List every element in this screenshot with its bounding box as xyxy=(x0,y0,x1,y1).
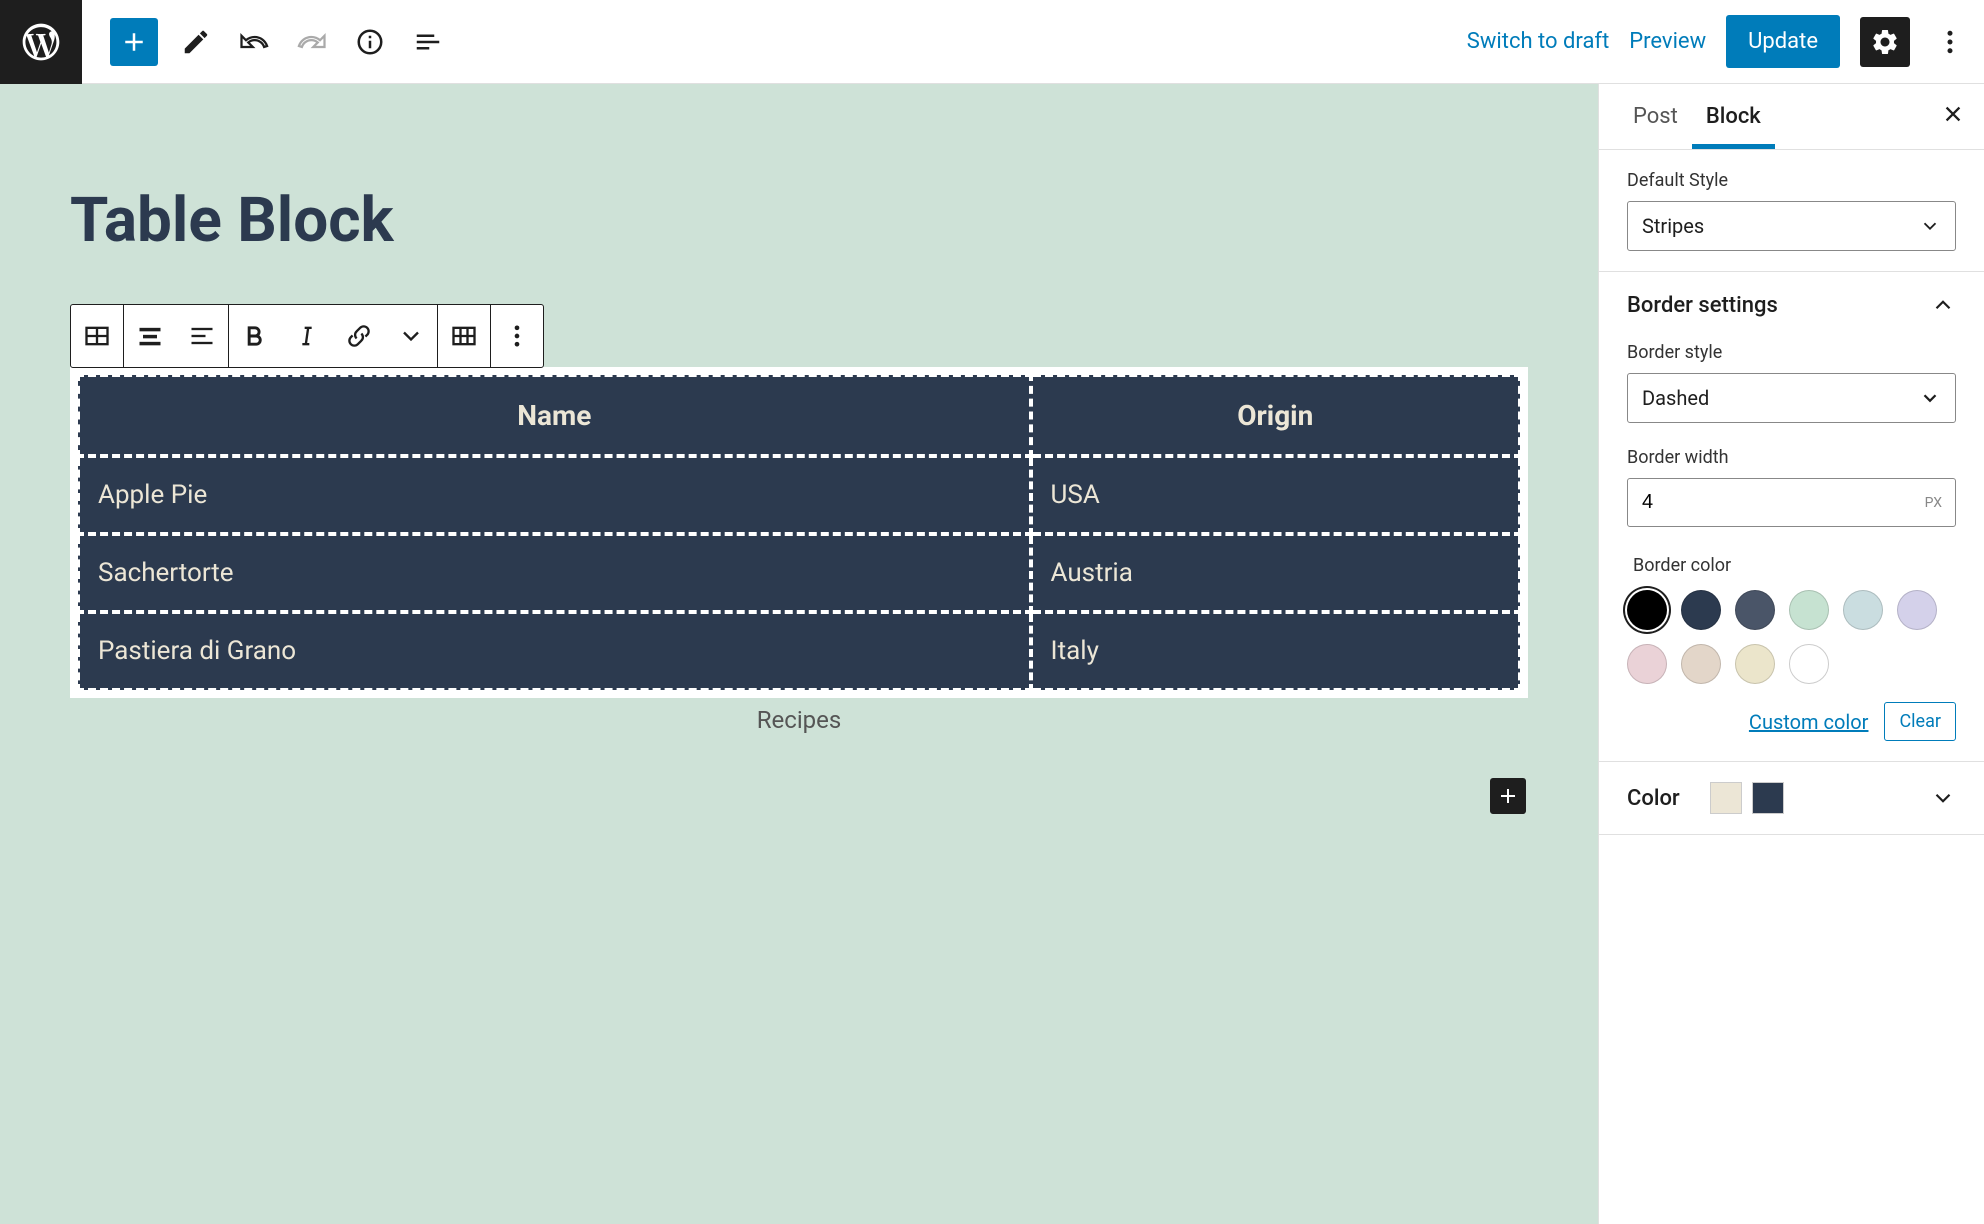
tab-block[interactable]: Block xyxy=(1692,84,1775,149)
border-settings-header[interactable]: Border settings xyxy=(1627,292,1956,318)
border-color-swatches xyxy=(1627,590,1956,684)
close-sidebar-button[interactable] xyxy=(1942,102,1964,132)
undo-icon xyxy=(239,27,269,57)
color-preview-bg xyxy=(1752,782,1784,814)
table-block[interactable]: Name Origin Apple Pie USA Sachertorte Au… xyxy=(70,367,1528,698)
color-swatch-mint[interactable] xyxy=(1789,590,1829,630)
border-style-label: Border style xyxy=(1627,342,1956,363)
align-left-icon xyxy=(188,322,216,350)
color-swatch-beige[interactable] xyxy=(1681,644,1721,684)
table-header-cell[interactable]: Origin xyxy=(1031,375,1520,456)
color-swatch-white[interactable] xyxy=(1789,644,1829,684)
top-toolbar: Switch to draft Preview Update xyxy=(0,0,1984,84)
edit-mode-button[interactable] xyxy=(176,22,216,62)
border-color-label: Border color xyxy=(1627,555,1956,576)
table-icon xyxy=(83,322,111,350)
editor-canvas: Table Block xyxy=(0,84,1598,1224)
table-cell[interactable]: Austria xyxy=(1031,534,1520,612)
table-row: Sachertorte Austria xyxy=(78,534,1520,612)
list-view-button[interactable] xyxy=(408,22,448,62)
edit-table-button[interactable] xyxy=(438,305,490,367)
color-swatch-lavender[interactable] xyxy=(1897,590,1937,630)
close-icon xyxy=(1942,103,1964,125)
italic-button[interactable] xyxy=(281,305,333,367)
clear-color-button[interactable]: Clear xyxy=(1884,702,1956,741)
border-style-value: Dashed xyxy=(1642,386,1709,410)
chevron-down-icon xyxy=(1919,387,1941,409)
chevron-down-icon xyxy=(1919,215,1941,237)
block-more-button[interactable] xyxy=(491,305,543,367)
pencil-icon xyxy=(181,27,211,57)
default-style-label: Default Style xyxy=(1627,170,1956,191)
italic-icon xyxy=(293,322,321,350)
list-view-icon xyxy=(413,27,443,57)
settings-button[interactable] xyxy=(1860,17,1910,67)
color-preview-text xyxy=(1710,782,1742,814)
chevron-down-icon xyxy=(397,322,425,350)
redo-button[interactable] xyxy=(292,22,332,62)
table-header-row: Name Origin xyxy=(78,375,1520,456)
page-title[interactable]: Table Block xyxy=(70,184,1528,257)
color-swatch-lightblue[interactable] xyxy=(1843,590,1883,630)
table-header-cell[interactable]: Name xyxy=(78,375,1031,456)
wordpress-icon xyxy=(19,20,63,64)
color-swatch-pink[interactable] xyxy=(1627,644,1667,684)
redo-icon xyxy=(297,27,327,57)
color-section: Color xyxy=(1599,762,1984,835)
table-edit-icon xyxy=(450,322,478,350)
info-icon xyxy=(355,27,385,57)
chevron-down-icon xyxy=(1930,785,1956,811)
block-type-table-button[interactable] xyxy=(71,305,123,367)
default-style-section: Default Style Stripes xyxy=(1599,150,1984,272)
text-align-button[interactable] xyxy=(176,305,228,367)
align-center-icon xyxy=(136,322,164,350)
color-swatch-darkblue[interactable] xyxy=(1681,590,1721,630)
color-swatch-slate[interactable] xyxy=(1735,590,1775,630)
add-block-inline-button[interactable] xyxy=(1490,778,1526,814)
align-button[interactable] xyxy=(124,305,176,367)
border-width-unit: PX xyxy=(1925,495,1942,511)
undo-button[interactable] xyxy=(234,22,274,62)
add-block-button[interactable] xyxy=(110,18,158,66)
border-settings-section: Border settings Border style Dashed Bord… xyxy=(1599,272,1984,762)
link-button[interactable] xyxy=(333,305,385,367)
custom-color-link[interactable]: Custom color xyxy=(1749,710,1869,734)
sidebar-tabs: Post Block xyxy=(1599,84,1984,150)
preview-button[interactable]: Preview xyxy=(1629,29,1706,54)
more-formatting-button[interactable] xyxy=(385,305,437,367)
block-toolbar xyxy=(70,304,544,368)
table-cell[interactable]: Pastiera di Grano xyxy=(78,612,1031,690)
settings-sidebar: Post Block Default Style Stripes Border … xyxy=(1598,84,1984,1224)
table-cell[interactable]: USA xyxy=(1031,456,1520,534)
color-section-header[interactable]: Color xyxy=(1627,782,1956,814)
table-cell[interactable]: Sachertorte xyxy=(78,534,1031,612)
update-button[interactable]: Update xyxy=(1726,15,1840,68)
table-row: Pastiera di Grano Italy xyxy=(78,612,1520,690)
link-icon xyxy=(345,322,373,350)
default-style-select[interactable]: Stripes xyxy=(1627,201,1956,251)
bold-button[interactable] xyxy=(229,305,281,367)
border-style-select[interactable]: Dashed xyxy=(1627,373,1956,423)
kebab-icon xyxy=(503,322,531,350)
color-swatch-cream[interactable] xyxy=(1735,644,1775,684)
table-cell[interactable]: Italy xyxy=(1031,612,1520,690)
bold-icon xyxy=(241,322,269,350)
gear-icon xyxy=(1870,27,1900,57)
table-cell[interactable]: Apple Pie xyxy=(78,456,1031,534)
more-options-button[interactable] xyxy=(1930,22,1970,62)
border-width-input[interactable] xyxy=(1627,478,1956,527)
table-row: Apple Pie USA xyxy=(78,456,1520,534)
kebab-icon xyxy=(1935,27,1965,57)
plus-icon xyxy=(119,27,149,57)
plus-icon xyxy=(1496,784,1520,808)
chevron-up-icon xyxy=(1930,292,1956,318)
tab-post[interactable]: Post xyxy=(1619,84,1692,149)
switch-to-draft-button[interactable]: Switch to draft xyxy=(1467,29,1609,54)
table-caption[interactable]: Recipes xyxy=(70,706,1528,734)
info-button[interactable] xyxy=(350,22,390,62)
wordpress-logo[interactable] xyxy=(0,0,82,84)
color-swatch-black[interactable] xyxy=(1627,590,1667,630)
border-width-label: Border width xyxy=(1627,447,1956,468)
default-style-value: Stripes xyxy=(1642,214,1704,238)
